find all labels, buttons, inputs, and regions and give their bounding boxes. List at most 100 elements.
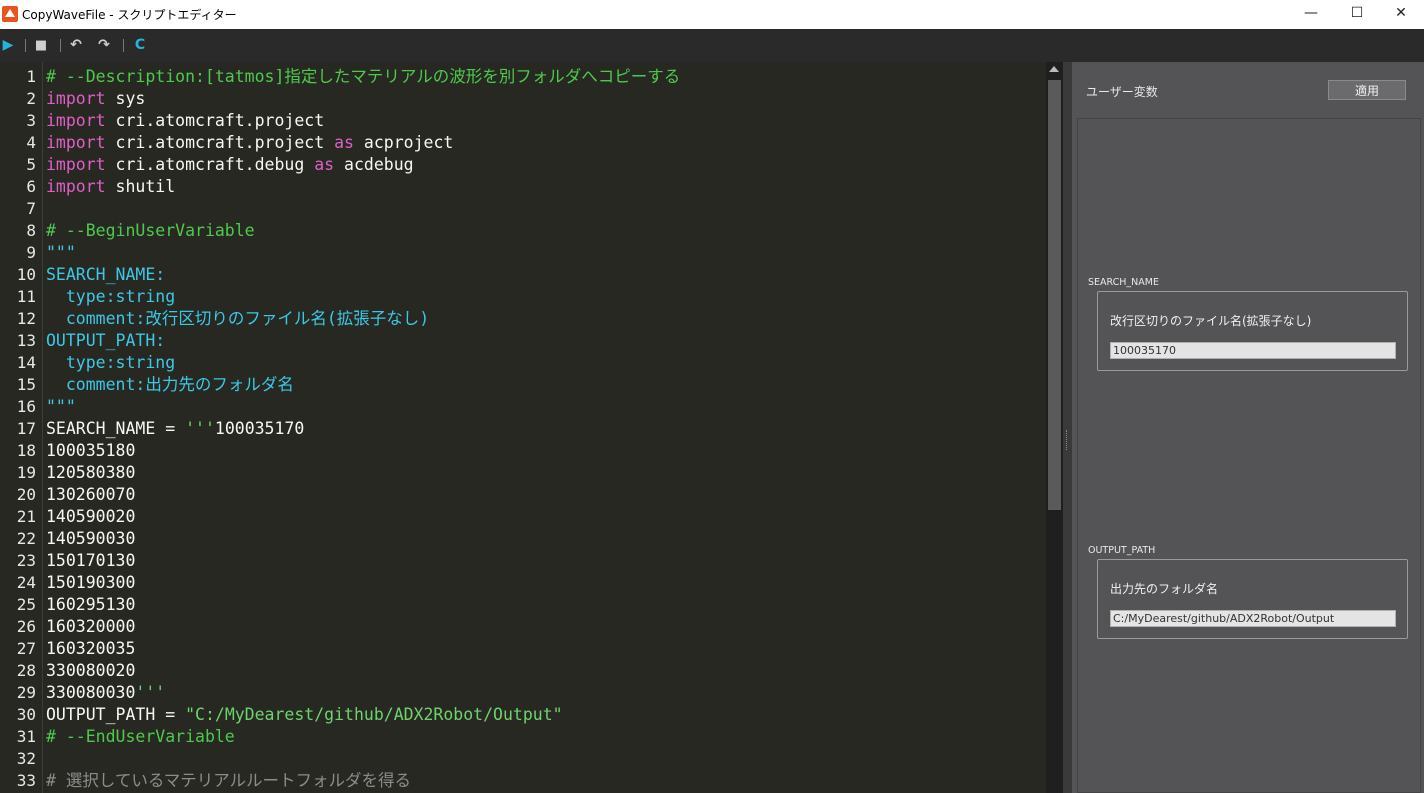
code-token: comment:出力先のフォルダ名 bbox=[46, 375, 294, 394]
code-token: 160320035 bbox=[46, 639, 136, 658]
code-line[interactable]: import cri.atomcraft.debug as acdebug bbox=[46, 154, 1046, 176]
code-line[interactable]: 330080020 bbox=[46, 660, 1046, 682]
toolbar-divider bbox=[60, 39, 61, 52]
scroll-up-arrow-icon[interactable] bbox=[1049, 66, 1059, 72]
variables-container: SEARCH_NAME 改行区切りのファイル名(拡張子なし) 100035170… bbox=[1077, 118, 1421, 793]
code-token: cri.atomcraft.project bbox=[105, 111, 325, 130]
line-number: 12 bbox=[16, 309, 36, 328]
redo-icon[interactable]: ↷ bbox=[96, 37, 112, 53]
code-line[interactable]: """ bbox=[46, 396, 1046, 418]
code-line[interactable]: 140590020 bbox=[46, 506, 1046, 528]
line-number: 18 bbox=[16, 441, 36, 460]
line-number: 29 bbox=[16, 683, 36, 702]
code-line[interactable]: # 選択しているマテリアルルートフォルダを得る bbox=[46, 770, 1046, 792]
code-line[interactable]: import sys bbox=[46, 88, 1046, 110]
code-token: type:string bbox=[46, 287, 176, 306]
code-line[interactable]: import cri.atomcraft.project bbox=[46, 110, 1046, 132]
code-line[interactable]: comment:出力先のフォルダ名 bbox=[46, 374, 1046, 396]
code-token: 140590030 bbox=[46, 529, 136, 548]
code-token: 120580380 bbox=[46, 463, 136, 482]
code-token: import bbox=[46, 111, 106, 130]
code-line[interactable]: # --BeginUserVariable bbox=[46, 220, 1046, 242]
undo-icon[interactable]: ↶ bbox=[68, 37, 84, 53]
line-number: 9 bbox=[26, 243, 36, 262]
code-token: shutil bbox=[105, 177, 176, 196]
output-path-input[interactable]: C:/MyDearest/github/ADX2Robot/Output bbox=[1110, 610, 1396, 627]
code-token: acdebug bbox=[334, 155, 414, 174]
run-icon[interactable]: ▶ bbox=[2, 37, 14, 53]
line-number-gutter: 1 2 3 4 5 6 7 8 9 10 11 12 13 14 15 16 17 18 19 20 21 22 23 24 2… bbox=[0, 62, 42, 793]
close-button[interactable]: ✕ bbox=[1378, 0, 1424, 29]
code-token: import bbox=[46, 177, 106, 196]
splitter-grip-icon[interactable] bbox=[1066, 430, 1069, 450]
code-token: # --Description:[tatmos]指定したマテリアルの波形を別フォ… bbox=[46, 67, 681, 86]
save-icon[interactable]: ■ bbox=[33, 37, 49, 53]
code-token: 330080020 bbox=[46, 661, 136, 680]
code-line[interactable]: type:string bbox=[46, 352, 1046, 374]
code-line[interactable]: 160295130 bbox=[46, 594, 1046, 616]
code-line[interactable]: type:string bbox=[46, 286, 1046, 308]
line-number: 26 bbox=[16, 617, 36, 636]
line-number: 33 bbox=[16, 771, 36, 790]
code-line[interactable]: comment:改行区切りのファイル名(拡張子なし) bbox=[46, 308, 1046, 330]
line-number: 5 bbox=[26, 155, 36, 174]
gutter-divider bbox=[42, 62, 43, 793]
maximize-button[interactable]: ☐ bbox=[1334, 0, 1380, 29]
code-token: 160295130 bbox=[46, 595, 136, 614]
editor-scrollbar[interactable] bbox=[1046, 62, 1063, 793]
code-line[interactable]: SEARCH_NAME = '''100035170 bbox=[46, 418, 1046, 440]
code-line[interactable]: SEARCH_NAME: bbox=[46, 264, 1046, 286]
line-number: 7 bbox=[26, 199, 36, 218]
code-token: # --EndUserVariable bbox=[46, 727, 235, 746]
line-number: 2 bbox=[26, 89, 36, 108]
code-token: 140590020 bbox=[46, 507, 136, 526]
app-icon bbox=[2, 6, 18, 22]
code-line[interactable]: 160320035 bbox=[46, 638, 1046, 660]
code-token: # --BeginUserVariable bbox=[46, 221, 255, 240]
code-line[interactable]: # --Description:[tatmos]指定したマテリアルの波形を別フォ… bbox=[46, 66, 1046, 88]
code-line[interactable]: 120580380 bbox=[46, 462, 1046, 484]
code-token: 100035180 bbox=[46, 441, 136, 460]
line-number: 27 bbox=[16, 639, 36, 658]
reload-icon[interactable]: C bbox=[132, 37, 148, 53]
minimize-button[interactable]: — bbox=[1288, 0, 1334, 29]
code-line[interactable]: OUTPUT_PATH = "C:/MyDearest/github/ADX2R… bbox=[46, 704, 1046, 726]
scrollbar-thumb[interactable] bbox=[1048, 80, 1061, 510]
code-line[interactable]: 160320000 bbox=[46, 616, 1046, 638]
title-bar: CopyWaveFile - スクリプトエディター — ☐ ✕ bbox=[0, 0, 1424, 29]
code-token: 150190300 bbox=[46, 573, 136, 592]
code-line[interactable]: 150170130 bbox=[46, 550, 1046, 572]
line-number: 10 bbox=[16, 265, 36, 284]
line-number: 3 bbox=[26, 111, 36, 130]
code-token: """ bbox=[46, 397, 76, 416]
code-token: 130260070 bbox=[46, 485, 136, 504]
code-line[interactable]: """ bbox=[46, 242, 1046, 264]
user-variables-title: ユーザー変数 bbox=[1086, 85, 1158, 99]
code-token: sys bbox=[105, 89, 146, 108]
toolbar-divider bbox=[123, 39, 124, 52]
code-token: acproject bbox=[353, 133, 454, 152]
line-number: 21 bbox=[16, 507, 36, 526]
code-editor[interactable]: 1 2 3 4 5 6 7 8 9 10 11 12 13 14 15 16 17 18 19 20 21 22 23 24 2… bbox=[0, 62, 1046, 793]
code-token: ''' bbox=[135, 683, 166, 702]
line-number: 1 bbox=[26, 67, 36, 86]
line-number: 4 bbox=[26, 133, 36, 152]
panel-splitter[interactable] bbox=[1063, 62, 1072, 793]
search-name-comment: 改行区切りのファイル名(拡張子なし) bbox=[1110, 314, 1312, 328]
code-line[interactable]: import shutil bbox=[46, 176, 1046, 198]
code-line[interactable]: 330080030''' bbox=[46, 682, 1046, 704]
code-line[interactable]: 150190300 bbox=[46, 572, 1046, 594]
code-line[interactable]: 100035180 bbox=[46, 440, 1046, 462]
code-token: import bbox=[46, 133, 106, 152]
code-line[interactable]: 140590030 bbox=[46, 528, 1046, 550]
search-name-input[interactable]: 100035170 bbox=[1110, 342, 1396, 359]
code-line[interactable]: # --EndUserVariable bbox=[46, 726, 1046, 748]
code-line[interactable]: import cri.atomcraft.project as acprojec… bbox=[46, 132, 1046, 154]
code-token: """ bbox=[46, 243, 76, 262]
line-number: 11 bbox=[16, 287, 36, 306]
code-line[interactable]: 130260070 bbox=[46, 484, 1046, 506]
line-number: 24 bbox=[16, 573, 36, 592]
code-line[interactable]: OUTPUT_PATH: bbox=[46, 330, 1046, 352]
code-token: cri.atomcraft.debug bbox=[105, 155, 315, 174]
apply-button[interactable]: 適用 bbox=[1328, 80, 1406, 100]
